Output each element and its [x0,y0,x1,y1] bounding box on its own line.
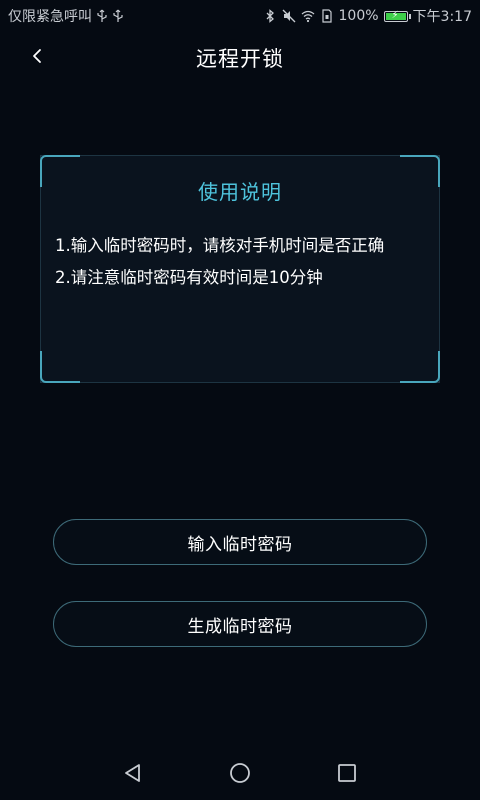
home-circle-icon [230,763,250,783]
battery-percent: 100% [338,8,379,24]
status-right: 100% ⚡ 下午3:17 [263,6,472,26]
system-back-button[interactable] [118,758,148,788]
panel-corner-bottom-left [40,351,80,383]
bluetooth-icon [266,9,274,23]
instruction-item: 2.请注意临时密码有效时间是10分钟 [55,268,323,287]
wifi-icon [301,10,314,23]
system-home-button[interactable] [225,758,255,788]
panel-corner-bottom-right [400,351,440,383]
back-triangle-icon [125,764,140,782]
usb-icon [113,9,123,22]
instructions-body: 1.输入临时密码时，请核对手机时间是否正确 2.请注意临时密码有效时间是10分钟 [55,230,429,294]
enter-temp-password-button[interactable]: 输入临时密码 [53,519,427,565]
generate-temp-password-button[interactable]: 生成临时密码 [53,601,427,647]
usb-icon [97,9,107,22]
page-title: 远程开锁 [196,47,284,71]
instructions-panel: 使用说明 1.输入临时密码时，请核对手机时间是否正确 2.请注意临时密码有效时间… [40,155,440,383]
charging-bolt-icon: ⚡ [391,9,399,21]
status-left: 仅限紧急呼叫 [8,6,124,26]
carrier-text: 仅限紧急呼叫 [8,9,92,25]
status-bar: 仅限紧急呼叫 100% ⚡ 下午3:17 [0,0,480,30]
instruction-item: 1.输入临时密码时，请核对手机时间是否正确 [55,236,385,255]
sim-icon [321,9,332,23]
battery-icon: ⚡ [383,9,411,22]
nav-bar: 远程开锁 [0,30,480,82]
system-recent-button[interactable] [332,758,362,788]
instructions-title: 使用说明 [198,180,282,204]
mute-icon [282,9,295,23]
system-nav-bar [0,746,480,800]
clock: 下午3:17 [412,9,472,25]
recent-square-icon [338,764,356,782]
